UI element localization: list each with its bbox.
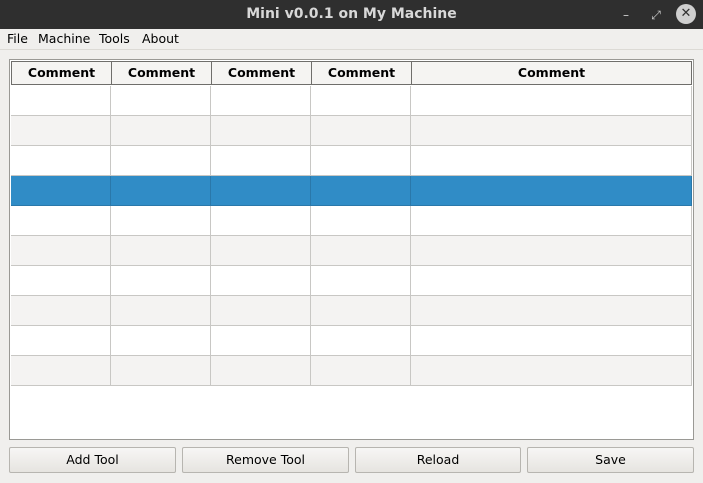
table-cell[interactable] [111, 146, 211, 176]
table-row[interactable] [11, 206, 692, 236]
app-window: Mini v0.0.1 on My Machine – ⤢ ✕ File Mac… [0, 0, 703, 483]
table-cell[interactable] [11, 326, 111, 356]
table-cell[interactable] [411, 176, 692, 206]
menu-machine[interactable]: Machine [38, 31, 90, 46]
table-row[interactable] [11, 236, 692, 266]
table-cell[interactable] [411, 296, 692, 326]
save-button[interactable]: Save [527, 447, 694, 473]
table-cell[interactable] [211, 266, 311, 296]
table-cell[interactable] [111, 296, 211, 326]
add-tool-button[interactable]: Add Tool [9, 447, 176, 473]
table-cell[interactable] [211, 116, 311, 146]
table-cell[interactable] [211, 356, 311, 386]
tools-table[interactable]: Comment Comment Comment Comment Comment [9, 59, 694, 440]
table-cell[interactable] [211, 206, 311, 236]
menu-file[interactable]: File [7, 31, 28, 46]
table-cell[interactable] [411, 356, 692, 386]
table-row[interactable] [11, 266, 692, 296]
table-cell[interactable] [111, 116, 211, 146]
table-cell[interactable] [311, 206, 411, 236]
table-row[interactable] [11, 86, 692, 116]
table-row[interactable] [11, 356, 692, 386]
table-cell[interactable] [311, 326, 411, 356]
column-header-3[interactable]: Comment [211, 61, 311, 85]
table-cell[interactable] [411, 326, 692, 356]
reload-button[interactable]: Reload [355, 447, 521, 473]
maximize-icon[interactable]: ⤢ [646, 5, 666, 25]
menu-tools[interactable]: Tools [99, 31, 130, 46]
window-title: Mini v0.0.1 on My Machine [246, 6, 457, 22]
table-cell[interactable] [11, 236, 111, 266]
table-cell[interactable] [211, 296, 311, 326]
minimize-icon[interactable]: – [616, 5, 636, 25]
table-cell[interactable] [411, 146, 692, 176]
table-cell[interactable] [411, 116, 692, 146]
table-cell[interactable] [211, 236, 311, 266]
table-cell[interactable] [311, 116, 411, 146]
table-cell[interactable] [411, 86, 692, 116]
table-row[interactable] [11, 116, 692, 146]
table-cell[interactable] [311, 356, 411, 386]
table-cell[interactable] [311, 296, 411, 326]
table-row[interactable] [11, 296, 692, 326]
table-row[interactable] [11, 146, 692, 176]
table-cell[interactable] [111, 266, 211, 296]
table-cell[interactable] [311, 146, 411, 176]
table-cell[interactable] [111, 86, 211, 116]
table-cell[interactable] [111, 206, 211, 236]
table-cell[interactable] [411, 266, 692, 296]
table-cell[interactable] [11, 146, 111, 176]
close-icon[interactable]: ✕ [676, 4, 696, 24]
table-header: Comment Comment Comment Comment Comment [11, 61, 692, 86]
column-header-2[interactable]: Comment [111, 61, 211, 85]
table-cell[interactable] [111, 326, 211, 356]
table-cell[interactable] [111, 236, 211, 266]
remove-tool-button[interactable]: Remove Tool [182, 447, 349, 473]
table-cell[interactable] [111, 356, 211, 386]
table-cell[interactable] [311, 266, 411, 296]
table-cell[interactable] [111, 176, 211, 206]
table-cell[interactable] [11, 296, 111, 326]
table-cell[interactable] [11, 116, 111, 146]
table-cell[interactable] [11, 206, 111, 236]
table-cell[interactable] [311, 236, 411, 266]
table-cell[interactable] [311, 176, 411, 206]
table-cell[interactable] [11, 86, 111, 116]
menu-bar: File Machine Tools About [0, 29, 703, 50]
table-cell[interactable] [11, 356, 111, 386]
table-cell[interactable] [211, 86, 311, 116]
table-cell[interactable] [411, 236, 692, 266]
table-cell[interactable] [211, 176, 311, 206]
table-cell[interactable] [11, 176, 111, 206]
table-row[interactable] [11, 176, 692, 206]
menu-about[interactable]: About [142, 31, 179, 46]
table-cell[interactable] [211, 146, 311, 176]
table-cell[interactable] [211, 326, 311, 356]
table-row[interactable] [11, 326, 692, 356]
table-cell[interactable] [11, 266, 111, 296]
title-bar[interactable]: Mini v0.0.1 on My Machine – ⤢ ✕ [0, 0, 703, 29]
column-header-5[interactable]: Comment [411, 61, 692, 85]
column-header-4[interactable]: Comment [311, 61, 411, 85]
table-cell[interactable] [411, 206, 692, 236]
column-header-1[interactable]: Comment [11, 61, 111, 85]
table-cell[interactable] [311, 86, 411, 116]
